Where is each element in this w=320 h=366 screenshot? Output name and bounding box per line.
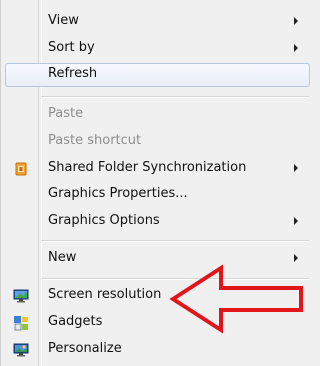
menu-item-label: Gadgets: [48, 314, 103, 329]
personalize-icon: [13, 342, 29, 358]
annotation-arrow-icon: [169, 264, 303, 334]
menu-item-sort-by[interactable]: Sort by: [1, 37, 314, 61]
menu-item-label: Graphics Properties...: [48, 186, 188, 201]
menu-item-paste: Paste: [1, 103, 314, 127]
menu-separator: [41, 96, 309, 98]
menu-item-label: Refresh: [48, 66, 98, 81]
menu-item-view[interactable]: View: [1, 10, 314, 34]
menu-item-shared-folder-sync[interactable]: Shared Folder Synchronization: [1, 157, 314, 181]
submenu-arrow-icon: [294, 254, 298, 262]
menu-item-label: Paste: [48, 106, 84, 121]
menu-item-paste-shortcut: Paste shortcut: [1, 130, 314, 154]
menu-item-label: Paste shortcut: [48, 133, 142, 148]
menu-item-personalize[interactable]: Personalize: [1, 338, 314, 362]
menu-item-graphics-properties[interactable]: Graphics Properties...: [1, 183, 314, 207]
gadgets-icon: [13, 315, 29, 331]
menu-item-label: Shared Folder Synchronization: [48, 160, 247, 175]
desktop-context-menu: View Sort by Refresh Paste Paste shortcu…: [0, 0, 313, 366]
menu-item-graphics-options[interactable]: Graphics Options: [1, 210, 314, 234]
menu-item-label: Sort by: [48, 40, 95, 55]
menu-item-label: New: [48, 250, 77, 265]
submenu-arrow-icon: [294, 217, 298, 225]
menu-item-label: Graphics Options: [48, 213, 160, 228]
shared-folder-sync-icon: [13, 161, 29, 177]
menu-item-label: Personalize: [48, 341, 122, 356]
submenu-arrow-icon: [294, 164, 298, 172]
menu-item-refresh[interactable]: Refresh: [1, 63, 314, 87]
menu-separator: [41, 240, 309, 242]
submenu-arrow-icon: [294, 44, 298, 52]
menu-item-label: View: [48, 13, 79, 28]
menu-item-label: Screen resolution: [48, 287, 162, 302]
screen-resolution-icon: [13, 288, 29, 304]
submenu-arrow-icon: [294, 17, 298, 25]
